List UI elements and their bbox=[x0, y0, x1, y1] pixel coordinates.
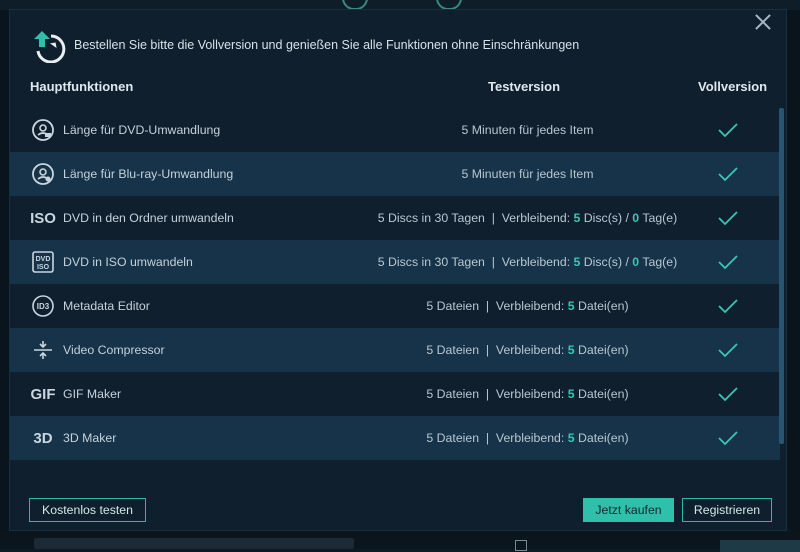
remaining-files: 5 bbox=[567, 387, 575, 401]
id3-icon-text: ID3 bbox=[36, 301, 50, 311]
feature-name: Metadata Editor bbox=[63, 299, 150, 313]
upgrade-logo-icon bbox=[30, 27, 66, 64]
background-app-top bbox=[0, 0, 800, 10]
feature-name: 3D Maker bbox=[63, 431, 117, 445]
check-icon bbox=[716, 382, 740, 406]
background-app-icon bbox=[436, 0, 462, 10]
check-icon bbox=[716, 162, 740, 186]
trial-text: Disc(s) / bbox=[580, 211, 633, 225]
column-header-full: Vollversion bbox=[698, 79, 768, 94]
background-app-bottom bbox=[0, 530, 800, 552]
check-icon bbox=[716, 294, 740, 318]
trial-limit: 5 Dateien | Verbleibend: 5 Datei(en) bbox=[260, 299, 795, 313]
trial-limit: 5 Minuten für jedes Item bbox=[260, 123, 795, 137]
scrollbar[interactable] bbox=[779, 108, 784, 444]
bluray-disc-icon bbox=[30, 161, 56, 187]
trial-text: Disc(s) / bbox=[580, 255, 633, 269]
column-header-trial: Testversion bbox=[488, 79, 561, 94]
trial-text: Datei(en) bbox=[574, 387, 629, 401]
trial-text: Datei(en) bbox=[574, 299, 629, 313]
trial-text: Tag(e) bbox=[639, 211, 678, 225]
free-trial-button[interactable]: Kostenlos testen bbox=[29, 498, 146, 522]
dvd-disc-icon bbox=[30, 117, 56, 143]
trial-text: 5 Discs in 30 Tagen | Verbleibend: bbox=[377, 211, 574, 225]
background-app-button bbox=[720, 540, 800, 552]
background-app-bar bbox=[34, 538, 354, 549]
header-message: Bestellen Sie bitte die Vollversion und … bbox=[74, 38, 580, 52]
feature-row: Länge für DVD-Umwandlung 5 Minuten für j… bbox=[10, 108, 780, 152]
trial-text: 5 Dateien | Verbleibend: bbox=[426, 299, 568, 313]
feature-name: DVD in den Ordner umwandeln bbox=[63, 211, 234, 225]
svg-text:DVD: DVD bbox=[36, 256, 51, 263]
close-button[interactable] bbox=[754, 12, 772, 30]
background-app-checkbox bbox=[515, 540, 527, 551]
background-app-left bbox=[0, 10, 10, 549]
trial-limit: 5 Dateien | Verbleibend: 5 Datei(en) bbox=[260, 387, 795, 401]
feature-row: 3D 3D Maker 5 Dateien | Verbleibend: 5 D… bbox=[10, 416, 780, 460]
register-button[interactable]: Registrieren bbox=[682, 498, 772, 522]
remaining-files: 5 bbox=[567, 343, 575, 357]
feature-table: Länge für DVD-Umwandlung 5 Minuten für j… bbox=[10, 108, 780, 460]
feature-name: Länge für Blu-ray-Umwandlung bbox=[63, 167, 234, 181]
feature-row: Video Compressor 5 Dateien | Verbleibend… bbox=[10, 328, 780, 372]
check-icon bbox=[716, 426, 740, 450]
3d-icon: 3D bbox=[33, 429, 53, 447]
feature-row: GIF GIF Maker 5 Dateien | Verbleibend: 5… bbox=[10, 372, 780, 416]
remaining-files: 5 bbox=[567, 299, 575, 313]
feature-name: DVD in ISO umwandeln bbox=[63, 255, 193, 269]
trial-limit: 5 Discs in 30 Tagen | Verbleibend: 5 Dis… bbox=[260, 211, 795, 225]
trial-text: Datei(en) bbox=[574, 431, 629, 445]
id3-icon: ID3 bbox=[30, 293, 56, 319]
svg-text:ISO: ISO bbox=[37, 264, 50, 271]
iso-icon: ISO bbox=[30, 209, 56, 227]
trial-text: 5 Minuten für jedes Item bbox=[461, 167, 594, 181]
trial-text: 5 Dateien | Verbleibend: bbox=[426, 343, 568, 357]
dialog-header: Bestellen Sie bitte die Vollversion und … bbox=[30, 27, 580, 64]
trial-text: 5 Dateien | Verbleibend: bbox=[426, 387, 568, 401]
trial-text: 5 Dateien | Verbleibend: bbox=[426, 431, 568, 445]
background-app-right bbox=[786, 10, 800, 549]
trial-text: Tag(e) bbox=[639, 255, 678, 269]
trial-limit: 5 Dateien | Verbleibend: 5 Datei(en) bbox=[260, 343, 795, 357]
feature-name: Länge für DVD-Umwandlung bbox=[63, 123, 221, 137]
feature-row: ID3 Metadata Editor 5 Dateien | Verbleib… bbox=[10, 284, 780, 328]
feature-row: Länge für Blu-ray-Umwandlung 5 Minuten f… bbox=[10, 152, 780, 196]
compress-icon bbox=[30, 337, 56, 363]
buy-now-button[interactable]: Jetzt kaufen bbox=[583, 498, 674, 522]
upgrade-dialog: Bestellen Sie bitte die Vollversion und … bbox=[10, 10, 786, 530]
feature-row: ISO DVD in den Ordner umwandeln 5 Discs … bbox=[10, 196, 780, 240]
feature-name: Video Compressor bbox=[63, 343, 165, 357]
column-header-main: Hauptfunktionen bbox=[30, 79, 134, 94]
trial-text: 5 Discs in 30 Tagen | Verbleibend: bbox=[377, 255, 574, 269]
trial-text: Datei(en) bbox=[574, 343, 629, 357]
gif-icon: GIF bbox=[30, 385, 56, 403]
check-icon bbox=[716, 338, 740, 362]
check-icon bbox=[716, 206, 740, 230]
check-icon bbox=[716, 250, 740, 274]
trial-limit: 5 Dateien | Verbleibend: 5 Datei(en) bbox=[260, 431, 795, 445]
trial-limit: 5 Discs in 30 Tagen | Verbleibend: 5 Dis… bbox=[260, 255, 795, 269]
dvd-iso-icon: DVD ISO bbox=[30, 249, 56, 275]
feature-name: GIF Maker bbox=[63, 387, 122, 401]
remaining-files: 5 bbox=[567, 431, 575, 445]
background-app-icon bbox=[342, 0, 368, 10]
feature-row: DVD ISO DVD in ISO umwandeln 5 Discs in 3… bbox=[10, 240, 780, 284]
check-icon bbox=[716, 118, 740, 142]
trial-limit: 5 Minuten für jedes Item bbox=[260, 167, 795, 181]
trial-text: 5 Minuten für jedes Item bbox=[461, 123, 594, 137]
